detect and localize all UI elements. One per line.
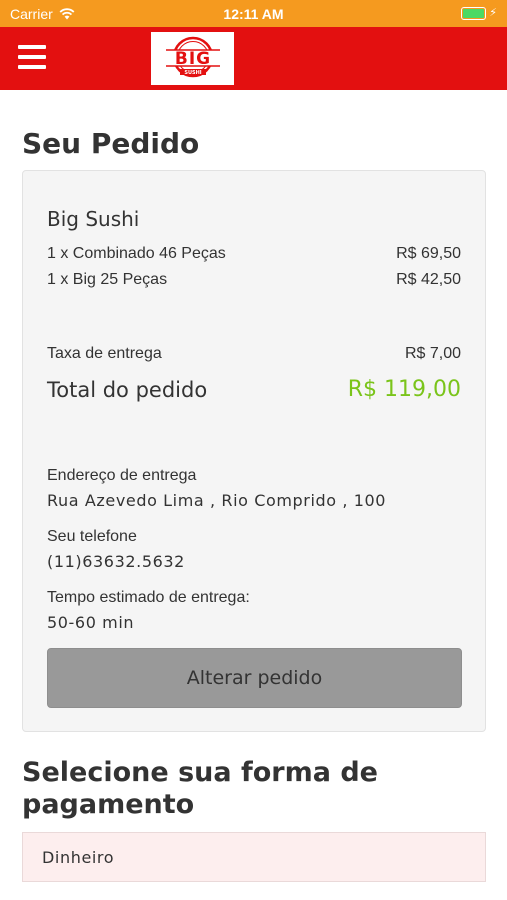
payment-section-title: Selecione sua forma de pagamento [22, 757, 378, 820]
address-label: Endereço de entrega [47, 467, 197, 484]
hamburger-menu-icon[interactable] [18, 45, 46, 69]
order-total-label: Total do pedido [47, 377, 208, 402]
order-item-label: 1 x Big 25 Peças [47, 271, 168, 288]
store-name: Big Sushi [47, 207, 140, 231]
order-item-price: R$ 69,50 [396, 245, 461, 262]
delivery-fee-label: Taxa de entrega [47, 345, 162, 362]
order-item-label: 1 x Combinado 46 Peças [47, 245, 226, 262]
battery-icon: ⚡ [461, 7, 497, 20]
page-title: Seu Pedido [22, 127, 200, 160]
payment-option-cash[interactable]: Dinheiro [22, 832, 486, 882]
order-total-row: Total do pedido R$ 119,00 [47, 377, 461, 402]
order-summary-card: Big Sushi 1 x Combinado 46 Peças R$ 69,5… [22, 170, 486, 732]
order-total-value: R$ 119,00 [347, 377, 461, 402]
big-sushi-logo: BIG SUSHI [151, 32, 234, 85]
order-item-price: R$ 42,50 [396, 271, 461, 288]
phone-value: (11)63632.5632 [47, 552, 185, 571]
address-value: Rua Azevedo Lima , Rio Comprido , 100 [47, 491, 387, 510]
delivery-time-value: 50-60 min [47, 613, 135, 632]
phone-label: Seu telefone [47, 528, 137, 545]
charging-icon: ⚡ [489, 7, 497, 19]
payment-option-label: Dinheiro [42, 847, 115, 867]
order-item-row: 1 x Combinado 46 Peças R$ 69,50 [47, 245, 461, 267]
svg-text:SUSHI: SUSHI [184, 70, 201, 76]
status-time: 12:11 AM [223, 6, 284, 22]
status-bar: Carrier 12:11 AM ⚡ [0, 0, 507, 27]
delivery-fee-value: R$ 7,00 [404, 345, 461, 362]
order-item-row: 1 x Big 25 Peças R$ 42,50 [47, 271, 461, 293]
change-order-button[interactable]: Alterar pedido [47, 648, 462, 708]
app-header: BIG SUSHI [0, 27, 507, 90]
delivery-fee-row: Taxa de entrega R$ 7,00 [47, 345, 461, 363]
delivery-time-label: Tempo estimado de entrega: [47, 589, 250, 606]
